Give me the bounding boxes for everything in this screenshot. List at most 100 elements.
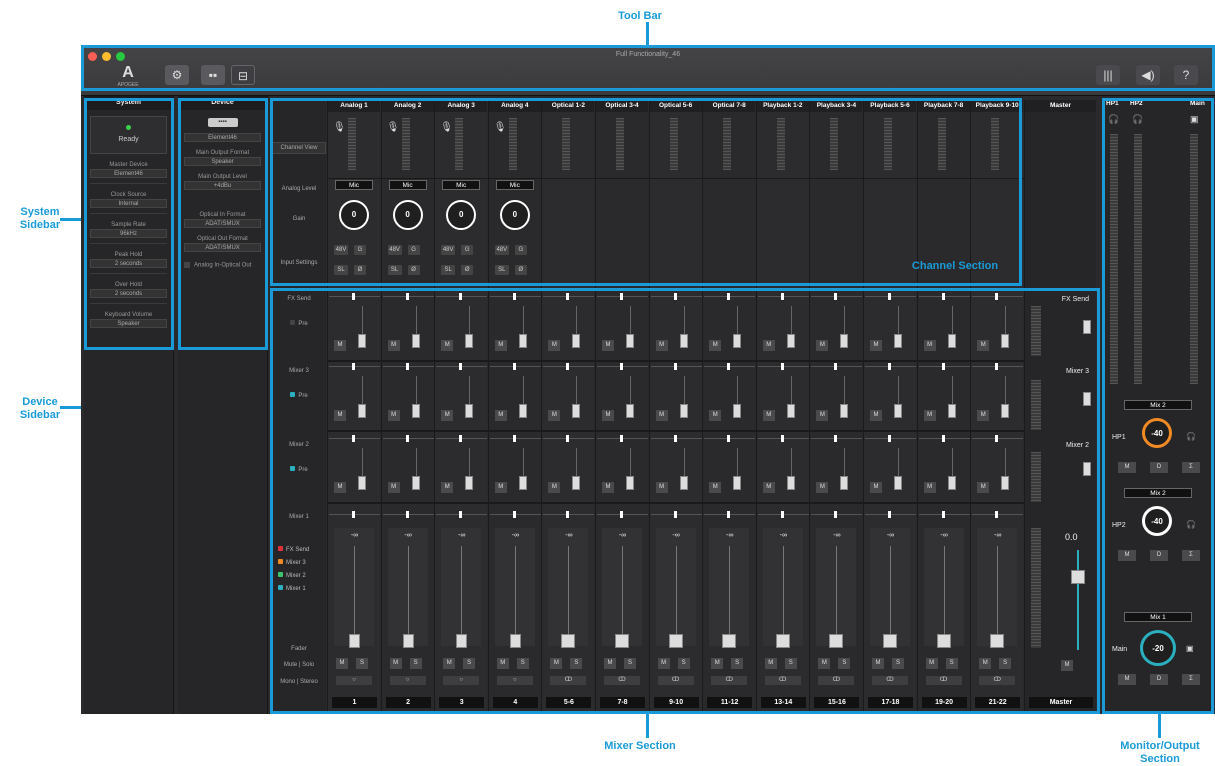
pan-handle[interactable] (459, 435, 463, 442)
send-fader[interactable] (947, 476, 956, 490)
phantom-48v-button[interactable]: 48V (441, 245, 456, 255)
send-fader[interactable] (411, 334, 420, 348)
solo-button[interactable]: S (409, 658, 422, 669)
soft-limit-button[interactable]: SL (334, 265, 348, 275)
mono-stereo-button[interactable]: ↀ (979, 676, 1016, 685)
pan-handle[interactable] (459, 511, 463, 518)
device-field-value[interactable]: ADAT/SMUX (184, 243, 261, 252)
send-mute-button[interactable]: M (816, 410, 829, 421)
system-field-value[interactable]: 96kHz (90, 229, 167, 238)
send-fader[interactable] (465, 476, 474, 490)
pan-handle[interactable] (620, 363, 623, 370)
send-fader[interactable] (733, 476, 742, 490)
analog-level-select[interactable]: Mic (388, 180, 427, 190)
pan-handle[interactable] (620, 293, 623, 300)
send-mute-button[interactable]: M (870, 340, 882, 351)
master-mixer3-fader[interactable] (1083, 392, 1091, 406)
send-fader[interactable] (358, 476, 366, 490)
mute-button[interactable]: M (872, 658, 884, 669)
mono-stereo-button[interactable]: ↀ (872, 676, 908, 685)
master-fader[interactable] (1071, 570, 1085, 584)
output-dim-button[interactable]: D (1150, 550, 1168, 561)
solo-button[interactable]: S (356, 658, 368, 669)
send-fader[interactable] (518, 334, 527, 348)
output-sum-button[interactable]: Σ (1182, 462, 1200, 473)
send-mute-button[interactable]: M (923, 482, 936, 493)
pan-handle[interactable] (512, 293, 516, 300)
system-field-value[interactable]: 2 seconds (90, 259, 167, 268)
send-fader[interactable] (679, 404, 688, 418)
pan-handle[interactable] (352, 293, 355, 300)
solo-button[interactable]: S (463, 658, 476, 669)
send-mute-button[interactable]: M (602, 340, 614, 351)
gain-knob[interactable]: 0 (339, 200, 369, 230)
pan-handle[interactable] (566, 511, 570, 518)
channel-fader[interactable] (990, 634, 1005, 648)
pan-handle[interactable] (673, 363, 677, 370)
channel-fader[interactable] (722, 634, 737, 648)
output-volume-knob[interactable]: -40 (1142, 418, 1172, 448)
mix-select[interactable]: Mix 2 (1124, 488, 1192, 498)
output-mute-button[interactable]: M (1118, 550, 1136, 561)
output-sum-button[interactable]: Σ (1182, 674, 1200, 685)
phase-button[interactable]: Ø (354, 265, 366, 275)
gain-knob[interactable]: 0 (446, 200, 477, 230)
send-mute-button[interactable]: M (334, 410, 346, 421)
mono-stereo-button[interactable]: ↀ (925, 676, 962, 685)
soft-limit-button[interactable]: SL (387, 265, 402, 275)
pan-handle[interactable] (673, 511, 677, 518)
send-mute-button[interactable]: M (334, 340, 346, 351)
send-fader[interactable] (679, 476, 688, 490)
mixer2-pre-toggle[interactable]: Pre (272, 466, 326, 473)
send-mute-button[interactable]: M (548, 482, 561, 493)
solo-button[interactable]: S (999, 658, 1012, 669)
send-fader[interactable] (894, 334, 902, 348)
settings-gear-button[interactable]: ⚙ (165, 65, 189, 85)
send-mute-button[interactable]: M (441, 410, 454, 421)
send-mute-button[interactable]: M (602, 482, 614, 493)
device-field-value[interactable]: +4dBu (184, 181, 261, 190)
channel-fader[interactable] (668, 634, 683, 648)
pan-handle[interactable] (566, 435, 570, 442)
solo-button[interactable]: S (624, 658, 636, 669)
pan-handle[interactable] (727, 511, 731, 518)
mix-select[interactable]: Mix 2 (1124, 400, 1192, 410)
mix-select[interactable]: Mix 1 (1124, 612, 1192, 622)
pan-handle[interactable] (352, 435, 355, 442)
layout-view-button[interactable]: ⊟ (231, 65, 255, 85)
send-fader[interactable] (840, 334, 849, 348)
output-volume-knob[interactable]: -40 (1142, 506, 1172, 536)
pan-handle[interactable] (941, 435, 945, 442)
group-button[interactable]: G (514, 245, 527, 255)
master-mixer2-fader[interactable] (1083, 462, 1091, 476)
mono-stereo-button[interactable]: ↀ (711, 676, 748, 685)
pan-handle[interactable] (727, 435, 731, 442)
device-view-button[interactable]: ▪▪ (201, 65, 225, 85)
pan-handle[interactable] (888, 435, 891, 442)
mute-button[interactable]: M (389, 658, 402, 669)
pan-handle[interactable] (566, 293, 570, 300)
solo-button[interactable]: S (892, 658, 904, 669)
send-mute-button[interactable]: M (548, 410, 561, 421)
send-mute-button[interactable]: M (548, 340, 561, 351)
send-fader[interactable] (733, 334, 742, 348)
pan-handle[interactable] (459, 293, 463, 300)
pan-handle[interactable] (512, 435, 516, 442)
send-mute-button[interactable]: M (762, 340, 775, 351)
analog-level-select[interactable]: Mic (442, 180, 481, 190)
pan-handle[interactable] (888, 293, 891, 300)
pan-handle[interactable] (673, 435, 677, 442)
system-field-value[interactable]: 2 seconds (90, 289, 167, 298)
pan-handle[interactable] (941, 293, 945, 300)
pan-handle[interactable] (941, 511, 945, 518)
phantom-48v-button[interactable]: 48V (387, 245, 402, 255)
pan-handle[interactable] (834, 435, 838, 442)
send-mute-button[interactable]: M (816, 340, 829, 351)
channel-fader[interactable] (883, 634, 897, 648)
send-fader[interactable] (465, 334, 474, 348)
fx-pre-toggle[interactable]: Pre (272, 320, 326, 327)
send-mute-button[interactable]: M (977, 340, 990, 351)
solo-button[interactable]: S (570, 658, 583, 669)
mute-button[interactable]: M (604, 658, 616, 669)
send-mute-button[interactable]: M (816, 482, 829, 493)
